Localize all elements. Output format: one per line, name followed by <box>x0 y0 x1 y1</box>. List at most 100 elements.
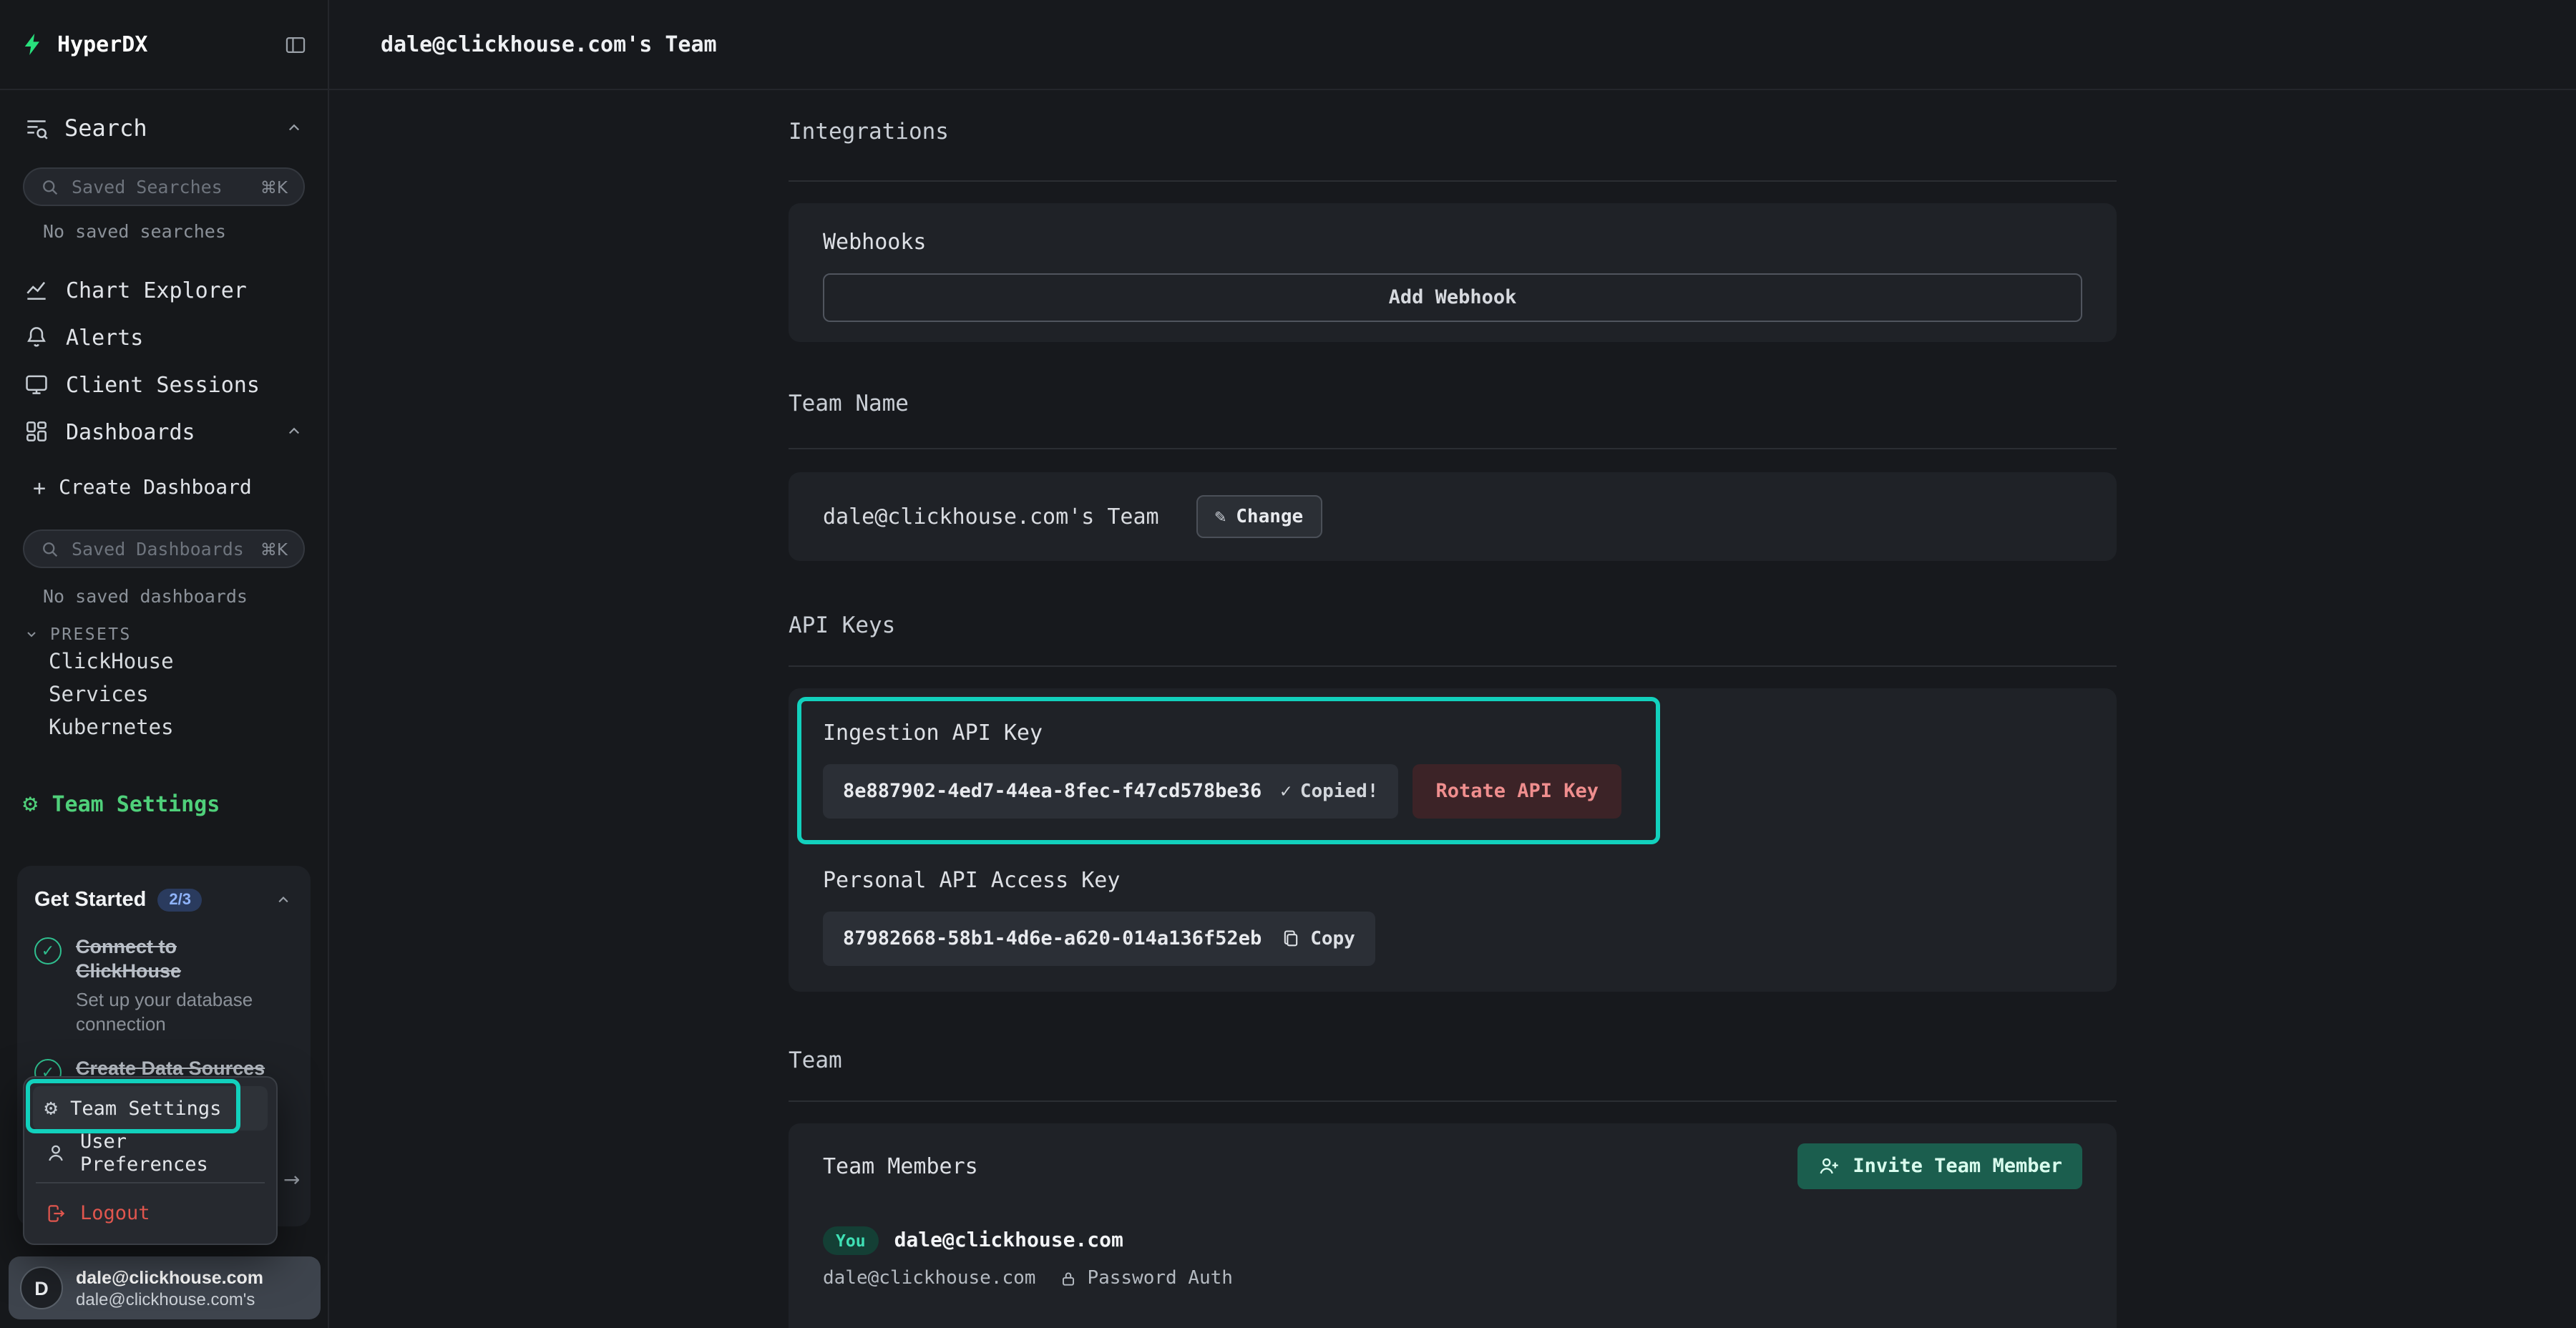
sidebar-item-chart-explorer[interactable]: Chart Explorer <box>0 266 328 313</box>
user-menu-popup: ⚙ Team Settings User Preferences Logout <box>23 1076 278 1245</box>
copied-indicator: ✓ Copied! <box>1280 781 1378 802</box>
user-account-row[interactable]: D dale@clickhouse.com dale@clickhouse.co… <box>9 1256 321 1319</box>
sidebar: HyperDX Search Saved Searches ⌘K No save… <box>0 0 329 1328</box>
saved-searches-input[interactable]: Saved Searches ⌘K <box>23 167 305 206</box>
bell-icon <box>23 323 50 351</box>
chevron-up-icon[interactable] <box>273 890 293 910</box>
rotate-api-key-button[interactable]: Rotate API Key <box>1413 764 1621 819</box>
cmd-k-shortcut: ⌘K <box>260 177 288 197</box>
user-menu-item-user-preferences[interactable]: User Preferences <box>33 1131 268 1175</box>
add-webhook-button[interactable]: Add Webhook <box>823 273 2082 322</box>
user-menu-item-team-settings[interactable]: ⚙ Team Settings <box>33 1086 268 1131</box>
lock-icon <box>1058 1269 1077 1288</box>
arrow-right-icon: → <box>283 1169 300 1192</box>
presets-label: PRESETS <box>50 624 132 644</box>
section-divider <box>789 1100 2117 1102</box>
personal-api-key-value[interactable]: 87982668-58b1-4d6e-a620-014a136f52eb Cop… <box>823 912 1375 966</box>
cmd-k-shortcut: ⌘K <box>260 539 288 559</box>
sidebar-collapse-icon[interactable] <box>283 32 308 57</box>
api-keys-card: Ingestion API Key 8e887902-4ed7-44ea-8fe… <box>789 688 2117 992</box>
user-team-name: dale@clickhouse.com's <box>76 1289 263 1310</box>
chart-icon <box>23 276 50 303</box>
section-divider <box>789 448 2117 449</box>
avatar: D <box>20 1266 63 1309</box>
member-email: dale@clickhouse.com <box>823 1268 1035 1289</box>
team-settings-label: Team Settings <box>52 791 220 817</box>
sidebar-item-team-settings[interactable]: ⚙ Team Settings <box>0 783 328 826</box>
preset-item-services[interactable]: Services <box>0 680 328 713</box>
page-title: dale@clickhouse.com's Team <box>381 31 717 57</box>
invite-label: Invite Team Member <box>1853 1155 2062 1178</box>
clipboard-icon <box>1280 929 1300 949</box>
saved-dashboards-input[interactable]: Saved Dashboards ⌘K <box>23 529 305 568</box>
copy-button[interactable]: Copy <box>1280 928 1355 949</box>
menu-divider <box>36 1182 265 1183</box>
chevron-up-icon[interactable] <box>283 117 305 138</box>
user-menu-label: User Preferences <box>80 1130 256 1176</box>
section-divider <box>789 665 2117 667</box>
section-title-team: Team <box>789 1048 2117 1073</box>
sidebar-item-label: Alerts <box>66 324 143 350</box>
settings-content: Integrations Webhooks Add Webhook Team N… <box>329 90 2576 1328</box>
logout-icon <box>44 1201 67 1224</box>
gear-icon: ⚙ <box>44 1098 57 1119</box>
change-team-name-button[interactable]: ✎ Change <box>1196 495 1322 538</box>
preset-item-clickhouse[interactable]: ClickHouse <box>0 647 328 680</box>
sidebar-item-label: Chart Explorer <box>66 277 247 303</box>
no-saved-dashboards-note: No saved dashboards <box>43 585 328 608</box>
monitor-icon <box>23 371 50 398</box>
saved-dashboards-placeholder: Saved Dashboards <box>72 538 244 560</box>
section-title-api-keys: API Keys <box>789 612 2117 638</box>
get-started-item-title: Connect to ClickHouse <box>76 934 248 983</box>
main-area: dale@clickhouse.com's Team Integrations … <box>329 0 2576 1328</box>
get-started-item-desc: Set up your database connection <box>76 987 283 1036</box>
team-members-label: Team Members <box>823 1153 978 1179</box>
app-title: HyperDX <box>57 31 147 57</box>
check-icon: ✓ <box>1280 781 1292 802</box>
create-dashboard-button[interactable]: + Create Dashboard <box>0 467 328 509</box>
page-header: dale@clickhouse.com's Team <box>329 0 2576 90</box>
team-member-details: dale@clickhouse.com Password Auth <box>823 1268 2082 1289</box>
sidebar-item-label: Dashboards <box>66 419 195 444</box>
get-started-item-connect[interactable]: ✓ Connect to ClickHouse Set up your data… <box>34 934 293 1036</box>
saved-searches-placeholder: Saved Searches <box>72 176 223 197</box>
presets-toggle[interactable]: PRESETS <box>23 621 305 647</box>
invite-team-member-button[interactable]: Invite Team Member <box>1797 1143 2082 1189</box>
team-name-card: dale@clickhouse.com's Team ✎ Change <box>789 472 2117 561</box>
copy-label: Copy <box>1310 928 1355 949</box>
preset-item-kubernetes[interactable]: Kubernetes <box>0 713 328 746</box>
get-started-header[interactable]: Get Started 2/3 <box>34 883 293 917</box>
user-plus-icon <box>1817 1155 1840 1178</box>
create-dashboard-label: Create Dashboard <box>59 477 252 499</box>
team-members-card: Team Members Invite Team Member You dale… <box>789 1123 2117 1328</box>
user-email: dale@clickhouse.com <box>76 1266 263 1289</box>
no-saved-searches-note: No saved searches <box>43 220 328 243</box>
sidebar-item-alerts[interactable]: Alerts <box>0 313 328 361</box>
team-members-header: Team Members Invite Team Member <box>823 1143 2082 1189</box>
ingestion-api-key-value[interactable]: 8e887902-4ed7-44ea-8fec-f47cd578be36 ✓ C… <box>823 764 1398 819</box>
app-root: HyperDX Search Saved Searches ⌘K No save… <box>0 0 2576 1328</box>
section-divider <box>789 180 2117 182</box>
sidebar-item-client-sessions[interactable]: Client Sessions <box>0 361 328 408</box>
sidebar-section-search[interactable]: Search <box>0 107 328 147</box>
auth-label: Password Auth <box>1087 1268 1233 1289</box>
section-title-team-name: Team Name <box>789 391 2117 416</box>
sidebar-item-dashboards[interactable]: Dashboards <box>0 408 328 455</box>
user-menu-label: Logout <box>80 1201 150 1224</box>
sidebar-item-label: Client Sessions <box>66 371 260 397</box>
plus-icon: + <box>33 475 46 501</box>
chevron-up-icon[interactable] <box>283 421 305 442</box>
you-badge: You <box>823 1226 879 1255</box>
user-menu-item-logout[interactable]: Logout <box>33 1191 268 1235</box>
ingestion-key-row: 8e887902-4ed7-44ea-8fec-f47cd578be36 ✓ C… <box>823 764 2082 819</box>
gear-icon: ⚙ <box>23 792 38 816</box>
change-label: Change <box>1236 506 1303 527</box>
hyperdx-logo-icon <box>20 31 46 57</box>
personal-api-key-label: Personal API Access Key <box>823 867 2082 893</box>
sidebar-header: HyperDX <box>0 0 328 90</box>
user-icon <box>44 1141 67 1164</box>
get-started-progress-badge: 2/3 <box>157 889 203 912</box>
key-text: 8e887902-4ed7-44ea-8fec-f47cd578be36 <box>843 780 1262 803</box>
search-icon <box>40 539 60 559</box>
section-title-integrations: Integrations <box>789 119 2117 145</box>
